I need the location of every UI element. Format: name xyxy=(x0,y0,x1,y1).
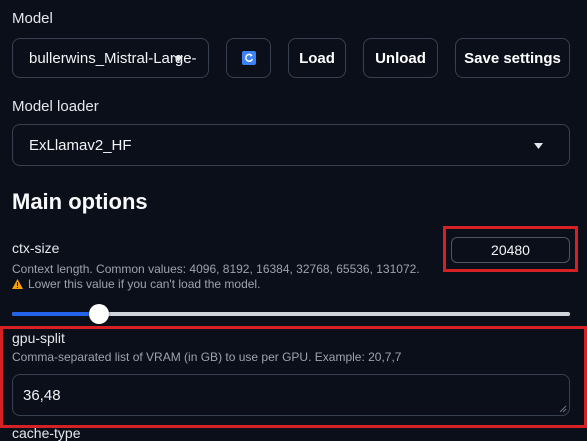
caret-down-icon xyxy=(534,143,543,149)
model-loader-select[interactable]: ExLlamav2_HF xyxy=(12,124,570,166)
ctx-size-label: ctx-size xyxy=(12,240,60,256)
main-options-heading: Main options xyxy=(12,189,148,214)
model-loader-value: ExLlamav2_HF xyxy=(29,137,132,154)
ctx-size-warning-text: Lower this value if you can't load the m… xyxy=(28,277,261,291)
caret-down-icon xyxy=(174,56,183,62)
ctx-size-highlight xyxy=(443,226,578,272)
cache-type-label: cache-type xyxy=(12,425,81,441)
model-label: Model xyxy=(12,10,53,27)
resize-handle-icon[interactable] xyxy=(559,405,567,413)
ctx-size-warning: Lower this value if you can't load the m… xyxy=(12,277,260,291)
ctx-size-slider-thumb[interactable] xyxy=(89,304,109,324)
load-button[interactable]: Load xyxy=(288,38,346,78)
gpu-split-input[interactable]: 36,48 xyxy=(12,374,570,416)
ctx-size-description: Context length. Common values: 4096, 819… xyxy=(12,262,420,276)
gpu-split-value: 36,48 xyxy=(23,387,61,404)
refresh-icon xyxy=(241,51,256,65)
model-loader-label: Model loader xyxy=(12,98,99,115)
unload-button[interactable]: Unload xyxy=(363,38,438,78)
ctx-size-slider-fill xyxy=(12,312,99,316)
warning-icon xyxy=(12,279,23,289)
model-select[interactable]: bullerwins_Mistral-Large- xyxy=(12,38,209,78)
ctx-size-slider[interactable] xyxy=(12,304,570,324)
gpu-split-description: Comma-separated list of VRAM (in GB) to … xyxy=(12,350,402,364)
refresh-button[interactable] xyxy=(226,38,271,78)
gpu-split-label: gpu-split xyxy=(12,330,65,346)
save-settings-button[interactable]: Save settings xyxy=(455,38,570,78)
